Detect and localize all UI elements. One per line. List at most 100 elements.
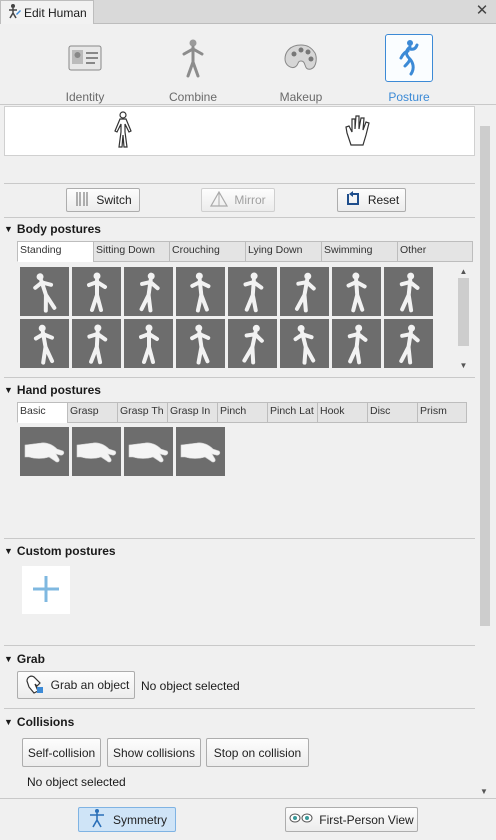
tab-hook[interactable]: Hook [317,402,367,423]
main-tab-bar: Identity Combine Makeup Posture [0,24,496,105]
body-posture-thumbnail[interactable] [332,319,381,368]
body-posture-thumbnail[interactable] [280,267,329,316]
hand-postures-title: Hand postures [16,383,101,397]
scrollbar-thumb[interactable] [480,126,490,626]
tab-sitting-down[interactable]: Sitting Down [93,241,169,262]
body-posture-thumbnail[interactable] [228,267,277,316]
window-title: Edit Human [24,5,87,20]
mannequin-icon [169,34,217,82]
edit-human-icon [5,3,21,22]
show-collisions-button[interactable]: Show collisions [107,738,201,767]
reset-label: Reset [367,193,400,207]
custom-postures-header[interactable]: ▼ Custom postures [4,544,116,558]
self-collision-button[interactable]: Self-collision [22,738,101,767]
body-postures-title: Body postures [16,222,101,236]
grab-status: No object selected [141,679,240,693]
switch-icon [74,190,90,211]
eyes-icon [289,810,313,829]
tab-swimming[interactable]: Swimming [321,241,397,262]
bottom-toolbar: Symmetry First-Person View [0,798,496,840]
window-tab[interactable]: Edit Human [0,0,94,24]
posture-subtab-bar [4,106,475,156]
scroll-up-icon[interactable]: ▲ [457,266,470,278]
tab-disc[interactable]: Disc [367,402,417,423]
stop-on-collision-button[interactable]: Stop on collision [206,738,309,767]
grab-header[interactable]: ▼ Grab [4,652,45,666]
body-posture-thumbnail[interactable] [124,319,173,368]
body-posture-thumbnail[interactable] [332,267,381,316]
collapse-triangle-icon: ▼ [4,717,13,727]
close-icon[interactable]: ✕ [474,3,490,19]
hand-posture-thumbnail[interactable] [124,427,173,476]
tab-prism[interactable]: Prism [417,402,467,423]
subtab-hand[interactable] [338,111,378,151]
hand-posture-thumbnail[interactable] [72,427,121,476]
symmetry-label: Symmetry [113,812,167,827]
add-custom-posture-button[interactable] [22,566,70,614]
tab-other[interactable]: Other [397,241,473,262]
tab-grasp-th[interactable]: Grasp Th [117,402,167,423]
symmetry-button[interactable]: Symmetry [78,807,176,832]
scroll-down-icon[interactable]: ▼ [457,360,470,372]
tab-identity[interactable]: Identity [30,34,140,104]
body-posture-thumbnail[interactable] [228,319,277,368]
custom-postures-title: Custom postures [16,544,116,558]
main-vertical-scrollbar[interactable]: ▼ [478,112,492,798]
subtab-body[interactable] [103,110,143,151]
hand-posture-tabs: Basic Grasp Grasp Th Grasp In Pinch Pinc… [17,402,467,423]
collapse-triangle-icon: ▼ [4,385,13,395]
body-postures-header[interactable]: ▼ Body postures [4,222,101,236]
symmetry-icon [87,808,107,831]
mirror-label: Mirror [234,193,266,207]
tab-crouching[interactable]: Crouching [169,241,245,262]
tab-combine[interactable]: Combine [138,34,248,104]
hand-postures-header[interactable]: ▼ Hand postures [4,383,101,397]
reset-button[interactable]: Reset [337,188,406,212]
body-posture-tabs: Standing Sitting Down Crouching Lying Do… [17,241,473,262]
hand-icon [343,113,373,150]
body-posture-thumbnail[interactable] [280,319,329,368]
grab-hand-icon [23,673,45,698]
body-posture-thumbnail[interactable] [176,319,225,368]
mirror-button[interactable]: Mirror [201,188,275,212]
tab-combine-label: Combine [168,90,218,104]
tab-grasp-in[interactable]: Grasp In [167,402,217,423]
body-posture-thumbnail[interactable] [384,319,433,368]
hand-posture-thumbnail[interactable] [20,427,69,476]
grab-object-button[interactable]: Grab an object [17,671,135,699]
tab-pinch[interactable]: Pinch [217,402,267,423]
body-posture-thumbnail[interactable] [20,319,69,368]
switch-label: Switch [96,193,132,207]
tab-makeup-label: Makeup [279,90,323,104]
posture-panel: Switch Mirror Reset ▼ Body postures Stan… [4,106,475,798]
body-posture-thumbnail[interactable] [72,319,121,368]
tab-standing[interactable]: Standing [17,241,93,262]
body-scroll-thumb[interactable] [458,278,469,346]
body-posture-thumbnail[interactable] [384,267,433,316]
first-person-view-button[interactable]: First-Person View [285,807,418,832]
grab-button-label: Grab an object [50,678,130,692]
tab-lying-down[interactable]: Lying Down [245,241,321,262]
collapse-triangle-icon: ▼ [4,654,13,664]
collapse-triangle-icon: ▼ [4,224,13,234]
body-posture-scrollbar[interactable]: ▲ ▼ [457,266,470,372]
collisions-title: Collisions [16,715,75,729]
body-posture-thumbnail[interactable] [20,267,69,316]
tab-makeup[interactable]: Makeup [246,34,356,104]
title-bar: Edit Human ✕ [0,0,496,24]
body-posture-thumbnail[interactable] [124,267,173,316]
first-person-label: First-Person View [319,812,414,827]
plus-icon [31,574,61,607]
hand-posture-thumbnail[interactable] [176,427,225,476]
tab-pinch-lat[interactable]: Pinch Lat [267,402,317,423]
switch-button[interactable]: Switch [66,188,140,212]
tab-basic[interactable]: Basic [17,402,67,423]
scroll-down-icon[interactable]: ▼ [480,787,488,796]
collisions-header[interactable]: ▼ Collisions [4,715,74,729]
tab-grasp[interactable]: Grasp [67,402,117,423]
body-posture-thumbnail[interactable] [72,267,121,316]
tab-posture[interactable]: Posture [354,34,464,104]
body-posture-thumbnail[interactable] [176,267,225,316]
reset-icon [344,190,362,211]
id-card-icon [61,34,109,82]
